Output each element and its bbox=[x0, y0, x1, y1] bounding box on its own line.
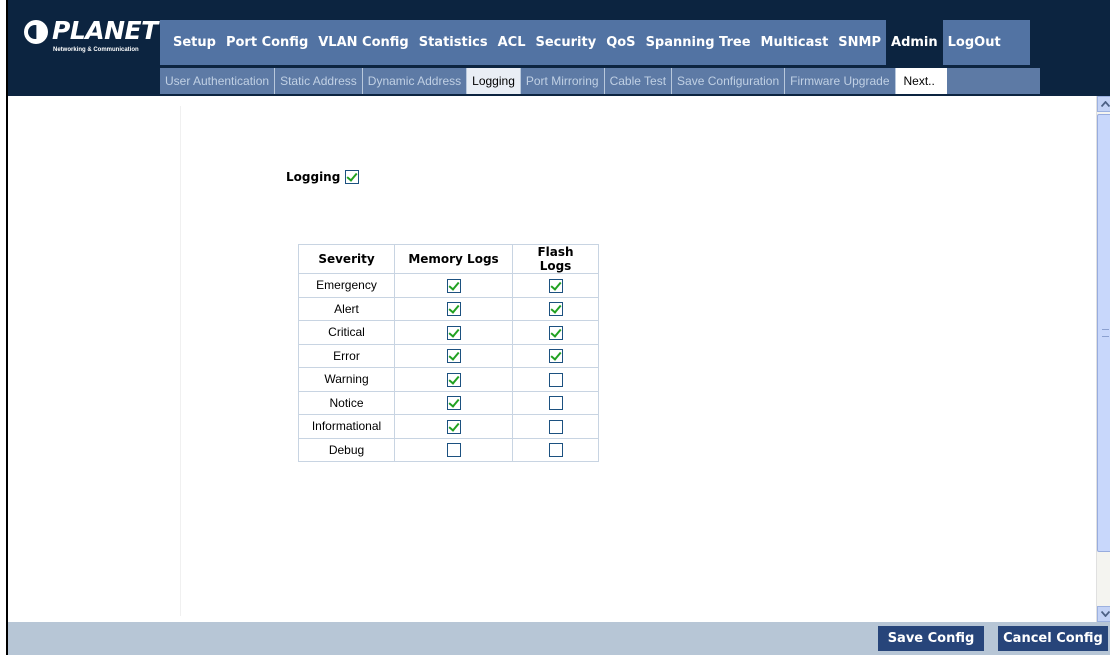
flash-logs-checkbox[interactable] bbox=[548, 419, 563, 434]
chevron-up-icon bbox=[1100, 101, 1110, 107]
severity-label: Warning bbox=[298, 367, 395, 392]
header-severity: Severity bbox=[298, 244, 395, 274]
chevron-down-icon bbox=[1100, 611, 1110, 617]
sub-menu-static-address[interactable]: Static Address bbox=[275, 68, 363, 94]
scroll-down-button[interactable] bbox=[1097, 606, 1110, 622]
memory-logs-cell bbox=[394, 273, 513, 298]
memory-logs-checkbox[interactable] bbox=[446, 396, 461, 411]
table-row: Error bbox=[298, 343, 599, 368]
flash-logs-cell bbox=[512, 414, 599, 439]
severity-label: Notice bbox=[298, 390, 395, 415]
header: PLANET Networking & Communication Setup P… bbox=[8, 0, 1110, 96]
severity-table: Severity Memory Logs Flash Logs Emergenc… bbox=[298, 244, 599, 462]
severity-table-header: Severity Memory Logs Flash Logs bbox=[298, 244, 599, 274]
flash-logs-cell bbox=[512, 273, 599, 298]
content-area: Logging Severity Memory Logs Flash Logs … bbox=[8, 96, 1098, 622]
table-row: Debug bbox=[298, 437, 599, 462]
main-menu-multicast[interactable]: Multicast bbox=[756, 20, 834, 65]
memory-logs-checkbox[interactable] bbox=[446, 278, 461, 293]
flash-logs-cell bbox=[512, 367, 599, 392]
sub-menu-dynamic-address[interactable]: Dynamic Address bbox=[363, 68, 468, 94]
flash-logs-checkbox[interactable] bbox=[548, 302, 563, 317]
footer-bar: Save Config Cancel Config bbox=[8, 622, 1110, 655]
flash-logs-cell bbox=[512, 343, 599, 368]
main-menu-statistics[interactable]: Statistics bbox=[414, 20, 493, 65]
brand-name: PLANET bbox=[52, 16, 158, 45]
scroll-up-button[interactable] bbox=[1097, 96, 1110, 112]
memory-logs-cell bbox=[394, 367, 513, 392]
planet-logo-icon bbox=[24, 20, 48, 44]
memory-logs-cell bbox=[394, 390, 513, 415]
flash-logs-checkbox[interactable] bbox=[548, 396, 563, 411]
table-row: Alert bbox=[298, 296, 599, 321]
memory-logs-cell bbox=[394, 414, 513, 439]
main-menu-snmp[interactable]: SNMP bbox=[833, 20, 886, 65]
save-config-button[interactable]: Save Config bbox=[878, 626, 984, 651]
table-row: Emergency bbox=[298, 273, 599, 298]
app-frame: PLANET Networking & Communication Setup P… bbox=[6, 0, 1110, 655]
main-menu-acl[interactable]: ACL bbox=[493, 20, 531, 65]
sub-menu-save-configuration[interactable]: Save Configuration bbox=[672, 68, 786, 94]
main-menu-port-config[interactable]: Port Config bbox=[221, 20, 313, 65]
main-menu-setup[interactable]: Setup bbox=[168, 20, 221, 65]
main-menu: Setup Port Config VLAN Config Statistics ACL… bbox=[168, 20, 1006, 65]
flash-logs-checkbox[interactable] bbox=[548, 325, 563, 340]
planet-logo: PLANET Networking & Communication bbox=[18, 10, 162, 62]
main-menu-admin[interactable]: Admin bbox=[886, 20, 943, 65]
vertical-scrollbar[interactable] bbox=[1096, 96, 1110, 622]
memory-logs-cell bbox=[394, 320, 513, 345]
memory-logs-checkbox[interactable] bbox=[446, 325, 461, 340]
flash-logs-cell bbox=[512, 320, 599, 345]
severity-table-body: Emergency Alert Critical Error Warning Notice… bbox=[298, 273, 599, 462]
memory-logs-cell bbox=[394, 296, 513, 321]
sub-menu-user-authentication[interactable]: User Authentication bbox=[160, 68, 276, 94]
severity-label: Error bbox=[298, 343, 395, 368]
main-menu-bar: Setup Port Config VLAN Config Statistics ACL… bbox=[160, 20, 1030, 65]
sub-menu-logging[interactable]: Logging bbox=[467, 68, 521, 94]
flash-logs-checkbox[interactable] bbox=[548, 443, 563, 458]
sub-menu-port-mirroring[interactable]: Port Mirroring bbox=[521, 68, 605, 94]
header-flash-logs: Flash Logs bbox=[512, 244, 599, 274]
header-memory-logs: Memory Logs bbox=[394, 244, 513, 274]
main-menu-logout[interactable]: LogOut bbox=[943, 20, 1006, 65]
scrollbar-thumb[interactable] bbox=[1097, 114, 1110, 552]
memory-logs-checkbox[interactable] bbox=[446, 443, 461, 458]
severity-label: Critical bbox=[298, 320, 395, 345]
content-left-border bbox=[180, 106, 190, 616]
sub-menu-cable-test[interactable]: Cable Test bbox=[605, 68, 673, 94]
memory-logs-checkbox[interactable] bbox=[446, 302, 461, 317]
logging-toggle-row: Logging bbox=[286, 170, 360, 184]
flash-logs-checkbox[interactable] bbox=[548, 278, 563, 293]
sub-menu-firmware-upgrade[interactable]: Firmware Upgrade bbox=[785, 68, 896, 94]
main-menu-vlan-config[interactable]: VLAN Config bbox=[313, 20, 413, 65]
memory-logs-checkbox[interactable] bbox=[446, 349, 461, 364]
flash-logs-cell bbox=[512, 437, 599, 462]
flash-logs-checkbox[interactable] bbox=[548, 372, 563, 387]
scrollbar-grip-icon bbox=[1102, 329, 1109, 337]
table-row: Critical bbox=[298, 320, 599, 345]
main-menu-security[interactable]: Security bbox=[531, 20, 602, 65]
severity-label: Debug bbox=[298, 437, 395, 462]
logging-enable-checkbox[interactable] bbox=[345, 170, 360, 184]
table-row: Informational bbox=[298, 414, 599, 439]
memory-logs-checkbox[interactable] bbox=[446, 419, 461, 434]
brand-tagline: Networking & Communication bbox=[53, 47, 139, 53]
flash-logs-checkbox[interactable] bbox=[548, 349, 563, 364]
severity-label: Informational bbox=[298, 414, 395, 439]
table-row: Warning bbox=[298, 367, 599, 392]
memory-logs-cell bbox=[394, 343, 513, 368]
logging-label: Logging bbox=[286, 170, 341, 184]
sub-menu-bar: User Authentication Static Address Dynamic… bbox=[160, 68, 1040, 94]
flash-logs-cell bbox=[512, 296, 599, 321]
severity-label: Emergency bbox=[298, 273, 395, 298]
memory-logs-cell bbox=[394, 437, 513, 462]
cancel-config-button[interactable]: Cancel Config bbox=[998, 626, 1108, 651]
memory-logs-checkbox[interactable] bbox=[446, 372, 461, 387]
sub-menu-next[interactable]: Next.. bbox=[895, 68, 947, 94]
severity-label: Alert bbox=[298, 296, 395, 321]
main-menu-spanning-tree[interactable]: Spanning Tree bbox=[641, 20, 756, 65]
main-menu-qos[interactable]: QoS bbox=[601, 20, 640, 65]
flash-logs-cell bbox=[512, 390, 599, 415]
table-row: Notice bbox=[298, 390, 599, 415]
